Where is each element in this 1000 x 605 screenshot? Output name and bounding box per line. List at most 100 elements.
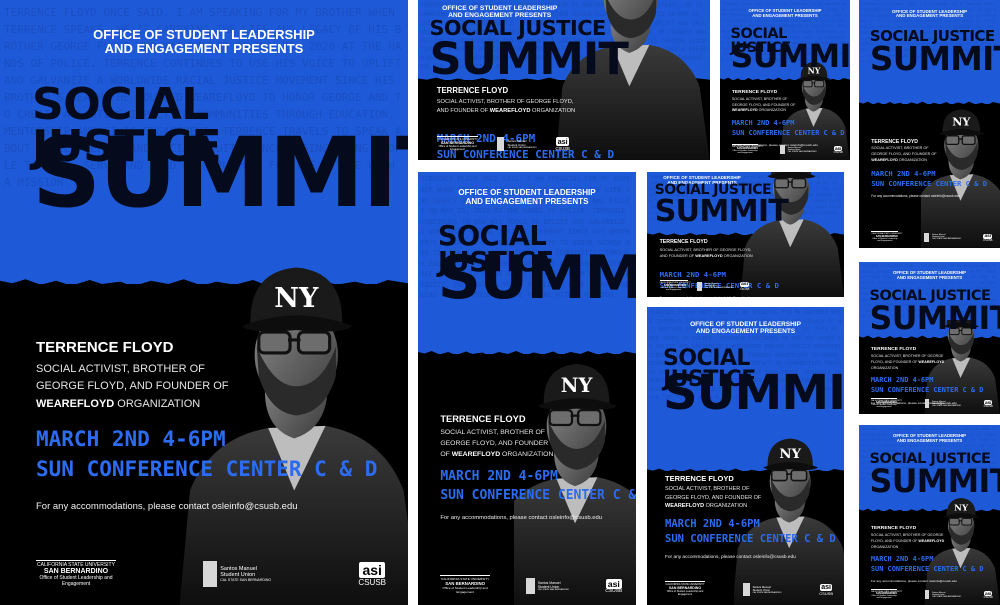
speaker-description: SOCIAL ACTIVIST, BROTHER OF GEORGE FLOYD… — [871, 354, 944, 371]
presenter-text: OFFICE OF STUDENT LEADERSHIP AND ENGAGEM… — [647, 321, 844, 335]
title-line-2: SUMMIT — [869, 39, 1000, 78]
title-line-2: SUMMIT — [869, 301, 1000, 338]
svg-text:NY: NY — [954, 504, 969, 514]
csusb-logo-line3: Office of Student Leadership and Engagem… — [871, 595, 897, 600]
presenter-text: OFFICE OF STUDENT LEADERSHIP AND ENGAGEM… — [859, 271, 1000, 280]
asi-logo: asi CSUSB — [984, 400, 993, 408]
union-line3: CAL STATE SAN BERNARDINO — [932, 595, 962, 598]
poster-square-right-middle[interactable]: TERRENCE FLOYD ONCE SAID, I AM SPEAKING … — [859, 262, 1000, 414]
asi-mark: asi — [605, 578, 622, 589]
asi-text: CSUSB — [983, 238, 993, 242]
contact-line: For any accommodations, please contact o… — [660, 296, 751, 297]
org-line-2: AND ENGAGEMENT PRESENTS — [896, 274, 963, 280]
asi-logo: asi CSUSB — [984, 591, 993, 599]
contact-line: For any accommodations, please contact o… — [36, 500, 298, 512]
org-line-1: OFFICE OF STUDENT LEADERSHIP — [442, 4, 558, 12]
event-venue: SUN CONFERENCE CENTER C & D — [870, 564, 984, 573]
asi-text: CSUSB — [819, 591, 833, 596]
org-line-2: AND ENGAGEMENT PRESENTS — [695, 328, 796, 336]
csusb-logo-line3: Office of Student Leadership and Engagem… — [666, 590, 704, 596]
title-line-2: SUMMIT — [437, 244, 636, 314]
asi-text: CSUSB — [358, 578, 386, 587]
event-date: MARCH 2ND 4-6PM — [871, 168, 936, 178]
asi-text: CSUSB — [833, 151, 843, 155]
csusb-logo: CALIFORNIA STATE UNIVERSITY SAN BERNARDI… — [871, 230, 902, 242]
poster-portrait-tall-middle[interactable]: TERRENCE FLOYD ONCE SAID, I AM SPEAKING … — [418, 172, 636, 605]
desc-brand: WEAREFLOYD — [918, 538, 945, 543]
event-venue: SUN CONFERENCE CENTER C & D — [731, 128, 845, 137]
presenter-text: OFFICE OF STUDENT LEADERSHIP AND ENGAGEM… — [720, 9, 850, 18]
csusb-seal-icon — [871, 230, 899, 232]
union-line3: CAL STATE SAN BERNARDINO — [932, 238, 962, 241]
title-line-2: SUMMIT — [663, 365, 844, 421]
poster-square-small[interactable]: TERRENCE FLOYD ONCE SAID, I AM SPEAKING … — [720, 0, 850, 160]
svg-text:NY: NY — [274, 283, 319, 314]
poster-portrait-right-bottom[interactable]: TERRENCE FLOYD ONCE SAID, I AM SPEAKING … — [859, 425, 1000, 605]
csusb-logo-line3: Office of Student Leadership and Engagem… — [872, 237, 898, 242]
asi-logo: asi CSUSB — [555, 136, 570, 151]
svg-text:NY: NY — [779, 446, 801, 462]
speaker-name: TERRENCE FLOYD — [870, 525, 917, 531]
desc-brand: WEAREFLOYD — [731, 108, 758, 113]
desc-brand: WEAREFLOYD — [665, 503, 705, 510]
asi-text: CSUSB — [739, 286, 750, 291]
event-date: MARCH 2ND 4-6PM — [665, 517, 760, 530]
csusb-seal-icon — [436, 135, 479, 137]
speaker-description: SOCIAL ACTIVIST, BROTHER OF GEORGE FLOYD… — [732, 97, 800, 114]
asi-logo: asi CSUSB — [819, 584, 833, 596]
desc-suffix: ORGANIZATION — [898, 158, 927, 163]
asi-mark: asi — [556, 136, 570, 146]
event-date: MARCH 2ND 4-6PM — [870, 554, 934, 563]
poster-landscape-small[interactable]: TERRENCE FLOYD ONCE SAID, I AM SPEAKING … — [647, 172, 844, 297]
speaker-name: TERRENCE FLOYD — [870, 347, 917, 353]
asi-mark: asi — [359, 562, 385, 578]
csusb-logo: CALIFORNIA STATE UNIVERSITY SAN BERNARDI… — [36, 560, 116, 587]
asi-logo: asi CSUSB — [605, 578, 622, 594]
building-icon — [742, 583, 750, 596]
csusb-logo-line2: SAN BERNARDINO — [43, 568, 109, 575]
presenter-text: OFFICE OF STUDENT LEADERSHIP AND ENGAGEM… — [859, 434, 1000, 443]
sponsor-logos: CALIFORNIA STATE UNIVERSITY SAN BERNARDI… — [731, 140, 843, 155]
event-venue: SUN CONFERENCE CENTER C & D — [871, 179, 988, 188]
speaker-description: SOCIAL ACTIVIST, BROTHER OF GEORGE FLOYD… — [36, 361, 240, 414]
csusb-logo-line3: Office of Student Leadership and Engagem… — [438, 144, 477, 151]
desc-suffix: ORGANIZATION — [870, 544, 899, 549]
contact-line: For any accommodations, please contact o… — [871, 193, 960, 198]
speaker-description: SOCIAL ACTIVIST, BROTHER OF GEORGE FLOYD… — [437, 98, 577, 116]
building-icon — [203, 561, 218, 587]
desc-brand: WEAREFLOYD — [871, 158, 898, 163]
poster-square-middle-bottom[interactable]: TERRENCE FLOYD ONCE SAID, I AM SPEAKING … — [647, 307, 844, 605]
presenter-text: OFFICE OF STUDENT LEADERSHIP AND ENGAGEM… — [859, 9, 1000, 20]
asi-text: CSUSB — [983, 405, 993, 409]
desc-brand: WEAREFLOYD — [918, 360, 945, 365]
poster-landscape-large[interactable]: TERRENCE FLOYD ONCE SAID, I AM SPEAKING … — [418, 0, 710, 160]
speaker-description: SOCIAL ACTIVIST, BROTHER OF GEORGE FLOYD… — [665, 485, 767, 511]
sponsor-logos: CALIFORNIA STATE UNIVERSITY SAN BERNARDI… — [440, 567, 622, 594]
sponsor-logos: CALIFORNIA STATE UNIVERSITY SAN BERNARDI… — [659, 275, 750, 291]
asi-text: CSUSB — [555, 145, 570, 151]
asi-logo: asi CSUSB — [834, 146, 843, 154]
poster-main-portrait[interactable]: TERRENCE FLOYD ONCE SAID, I AM SPEAKING … — [0, 0, 408, 605]
csusb-seal-icon — [870, 398, 898, 400]
student-union-logo: Santos Manuel Student Union CAL STATE SA… — [780, 145, 817, 155]
speaker-description: SOCIAL ACTIVIST, BROTHER OF GEORGE FLOYD… — [440, 428, 553, 461]
poster-portrait-right-top[interactable]: TERRENCE FLOYD ONCE SAID, I AM SPEAKING … — [859, 0, 1000, 248]
csusb-seal-icon — [731, 144, 759, 146]
contact-line: For any accommodations, please contact o… — [440, 514, 603, 521]
student-union-logo: Santos Manuel Student Union CAL STATE SA… — [497, 137, 537, 151]
desc-prefix: SOCIAL ACTIVIST, BROTHER OF GEORGE FLOYD… — [665, 485, 762, 501]
desc-brand: WEAREFLOYD — [695, 254, 723, 259]
speaker-name: TERRENCE FLOYD — [36, 338, 174, 356]
student-union-logo: Santos Manuel Student Union CAL STATE SA… — [742, 583, 782, 596]
event-date: MARCH 2ND 4-6PM — [731, 118, 795, 127]
csusb-seal-icon — [36, 560, 116, 561]
union-line3: CAL STATE SAN BERNARDINO — [932, 404, 962, 407]
csusb-logo: CALIFORNIA STATE UNIVERSITY SAN BERNARDI… — [731, 144, 763, 154]
desc-suffix: ORGANIZATION — [532, 107, 576, 114]
event-venue: SUN CONFERENCE CENTER C & D — [665, 532, 836, 545]
student-union-logo: Santos Manuel Student Union CAL STATE SA… — [924, 399, 962, 409]
speaker-description: SOCIAL ACTIVIST, BROTHER OF GEORGE FLOYD… — [871, 533, 944, 550]
desc-prefix: SOCIAL ACTIVIST, BROTHER OF GEORGE FLOYD… — [871, 146, 937, 157]
speaker-name: TERRENCE FLOYD — [871, 138, 918, 145]
csusb-logo: CALIFORNIA STATE UNIVERSITY SAN BERNARDI… — [659, 279, 691, 291]
